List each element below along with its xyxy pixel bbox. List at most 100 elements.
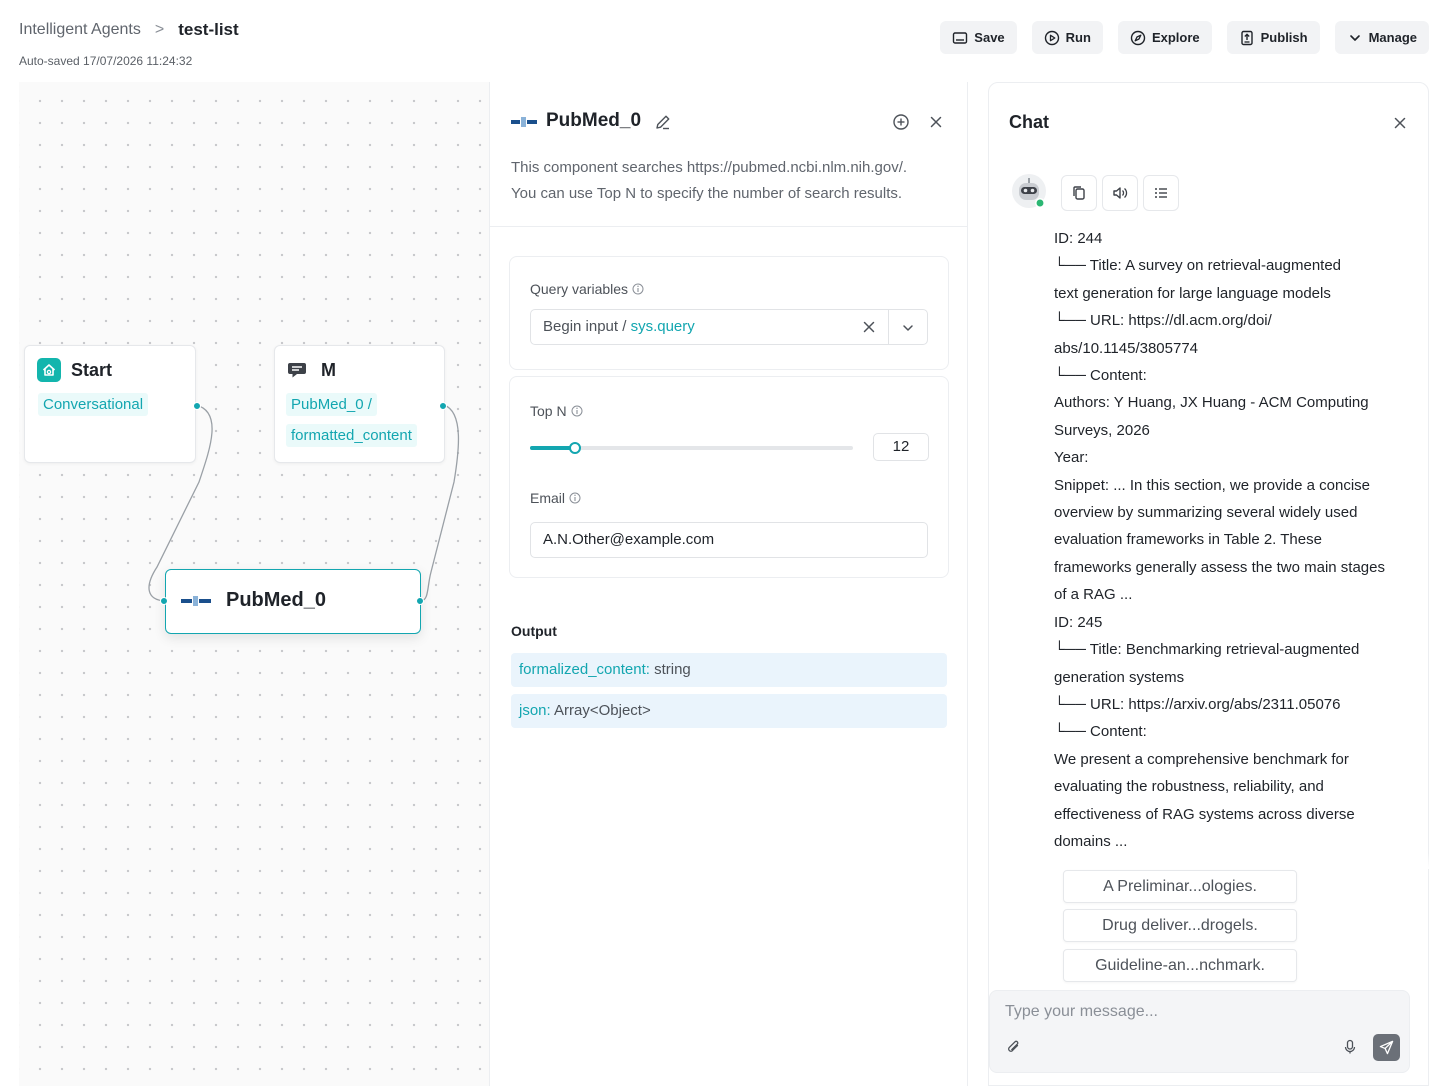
parameters-card: Top N 12 Email A.N.Other@example.com xyxy=(509,376,949,578)
save-icon xyxy=(953,31,968,44)
start-node-output: Conversational xyxy=(38,393,149,416)
help-icon[interactable] xyxy=(571,405,583,417)
copy-button[interactable] xyxy=(1061,175,1097,211)
message-composer[interactable]: Type your message... xyxy=(989,990,1410,1073)
chat-title: Chat xyxy=(1009,112,1049,132)
config-description-line1: This component searches https://pubmed.n… xyxy=(511,159,908,176)
breadcrumb-parent-link[interactable]: Intelligent Agents xyxy=(19,21,141,39)
publish-icon xyxy=(1240,30,1253,45)
suggestion-chip[interactable]: Drug deliver...drogels. xyxy=(1063,909,1297,942)
message-line: effectiveness of RAG systems across dive… xyxy=(1054,805,1355,823)
edit-icon[interactable] xyxy=(654,113,672,131)
message-icon xyxy=(288,363,306,378)
help-icon[interactable] xyxy=(569,492,581,504)
send-button[interactable] xyxy=(1373,1034,1400,1061)
pubmed-node-output-handle[interactable] xyxy=(416,597,424,605)
message-line: evaluating the robustness, reliability, … xyxy=(1054,778,1324,796)
message-line: Authors: Y Huang, JX Huang - ACM Computi… xyxy=(1054,394,1369,412)
email-field[interactable]: A.N.Other@example.com xyxy=(530,522,928,558)
send-icon xyxy=(1379,1040,1394,1055)
message-line: └── URL: https://arxiv.org/abs/2311.0507… xyxy=(1054,695,1341,713)
chevron-down-icon[interactable] xyxy=(901,321,915,335)
start-node[interactable]: Start Conversational xyxy=(24,345,201,463)
plus-circle-icon[interactable] xyxy=(892,113,910,131)
config-description-line2: You can use Top N to specify the number … xyxy=(511,185,903,202)
start-node-output-handle[interactable] xyxy=(193,402,201,410)
top-n-label-text: Top N xyxy=(530,403,567,419)
query-variable-value: Begin input / sys.query xyxy=(543,318,695,335)
message-fade xyxy=(989,853,1429,869)
top-n-slider[interactable] xyxy=(530,442,853,454)
assistant-message: ID: 244 └── Title: A survey on retrieval… xyxy=(1054,225,1404,855)
explore-button[interactable]: Explore xyxy=(1117,21,1212,54)
explore-button-label: Explore xyxy=(1151,30,1200,45)
start-node-icon xyxy=(37,358,61,382)
save-button[interactable]: Save xyxy=(940,21,1017,54)
pubmed-logo-icon xyxy=(181,596,211,606)
message-line: ID: 245 xyxy=(1054,613,1103,631)
pubmed-node-input-handle[interactable] xyxy=(160,597,168,605)
output-item-key: formalized_content: xyxy=(519,661,650,678)
output-item-key: json: xyxy=(519,702,551,719)
bot-avatar-icon xyxy=(1012,174,1046,208)
message-node-title: M xyxy=(321,360,336,380)
message-node-output-handle[interactable] xyxy=(439,402,447,410)
output-item-json: json: Array<Object> xyxy=(511,694,947,728)
message-node[interactable]: M PubMed_0 / formatted_content xyxy=(274,345,447,463)
message-line: domains ... xyxy=(1054,832,1128,850)
play-icon xyxy=(1044,30,1059,45)
query-variable-select[interactable]: Begin input / sys.query xyxy=(530,309,928,345)
manage-button[interactable]: Manage xyxy=(1334,21,1429,54)
email-label-text: Email xyxy=(530,490,566,506)
config-description: This component searches https://pubmed.n… xyxy=(511,155,951,207)
message-line: overview by summarizing several widely u… xyxy=(1054,504,1358,522)
toolbar: Save Run Explore Publish Manage xyxy=(940,21,1429,54)
config-title: PubMed_0 xyxy=(546,110,642,131)
suggestion-chip[interactable]: A Preliminar...ologies. xyxy=(1063,870,1297,903)
suggestion-chip[interactable]: Guideline-an...nchmark. xyxy=(1063,949,1297,982)
pubmed-node-title: PubMed_0 xyxy=(226,589,327,611)
message-line: └── Content: xyxy=(1054,723,1147,741)
message-line: abs/10.1145/3805774 xyxy=(1054,339,1199,357)
output-item-formalized-content: formalized_content: string xyxy=(511,653,947,687)
close-icon[interactable] xyxy=(928,114,944,130)
references-button[interactable] xyxy=(1143,175,1179,211)
copy-icon xyxy=(1073,186,1085,200)
message-actions xyxy=(1061,175,1179,211)
output-item-type: Array<Object> xyxy=(550,702,651,719)
query-variables-label-text: Query variables xyxy=(530,281,629,297)
message-line: Surveys, 2026 xyxy=(1054,421,1150,439)
chat-panel: Chat ID: 244 └── Title: A survey on retr… xyxy=(988,82,1429,1086)
compass-icon xyxy=(1130,30,1146,45)
help-icon[interactable] xyxy=(632,283,644,295)
query-variables-card: Query variables Begin input / sys.query xyxy=(509,256,949,370)
top-n-input[interactable]: 12 xyxy=(873,433,929,461)
pubmed-logo-icon xyxy=(511,117,537,127)
read-aloud-button[interactable] xyxy=(1102,175,1138,211)
query-variable-name: sys.query xyxy=(630,318,695,335)
message-line: Snippet: ... In this section, we provide… xyxy=(1054,476,1371,494)
breadcrumb: Intelligent Agents > test-list xyxy=(19,20,239,40)
message-line: text generation for large language model… xyxy=(1054,284,1331,302)
message-node-ref-line1: PubMed_0 / xyxy=(286,393,377,416)
message-line: └── Title: Benchmarking retrieval-augmen… xyxy=(1054,641,1360,659)
message-line: frameworks generally assess the two main… xyxy=(1054,558,1385,576)
list-icon xyxy=(1155,188,1167,198)
attach-icon[interactable] xyxy=(1006,1039,1022,1055)
message-line: └── Title: A survey on retrieval-augment… xyxy=(1054,257,1342,275)
component-config-panel: PubMed_0 This component searches https:/… xyxy=(489,82,968,1086)
manage-button-label: Manage xyxy=(1368,30,1417,45)
workflow-canvas[interactable]: Start Conversational M PubMed_0 / format… xyxy=(19,82,489,1086)
mic-icon[interactable] xyxy=(1342,1039,1358,1055)
publish-button[interactable]: Publish xyxy=(1226,21,1320,54)
top-n-slider-handle[interactable] xyxy=(569,442,582,454)
message-line: ID: 244 xyxy=(1054,230,1103,247)
run-button[interactable]: Run xyxy=(1031,21,1103,54)
message-input[interactable]: Type your message... xyxy=(1005,1003,1158,1021)
select-divider xyxy=(888,310,889,344)
message-node-ref-line2: formatted_content xyxy=(286,424,417,447)
top-n-label: Top N xyxy=(530,403,583,419)
close-icon[interactable] xyxy=(1392,115,1408,131)
clear-icon[interactable] xyxy=(862,320,876,334)
pubmed-node[interactable]: PubMed_0 xyxy=(160,569,424,634)
